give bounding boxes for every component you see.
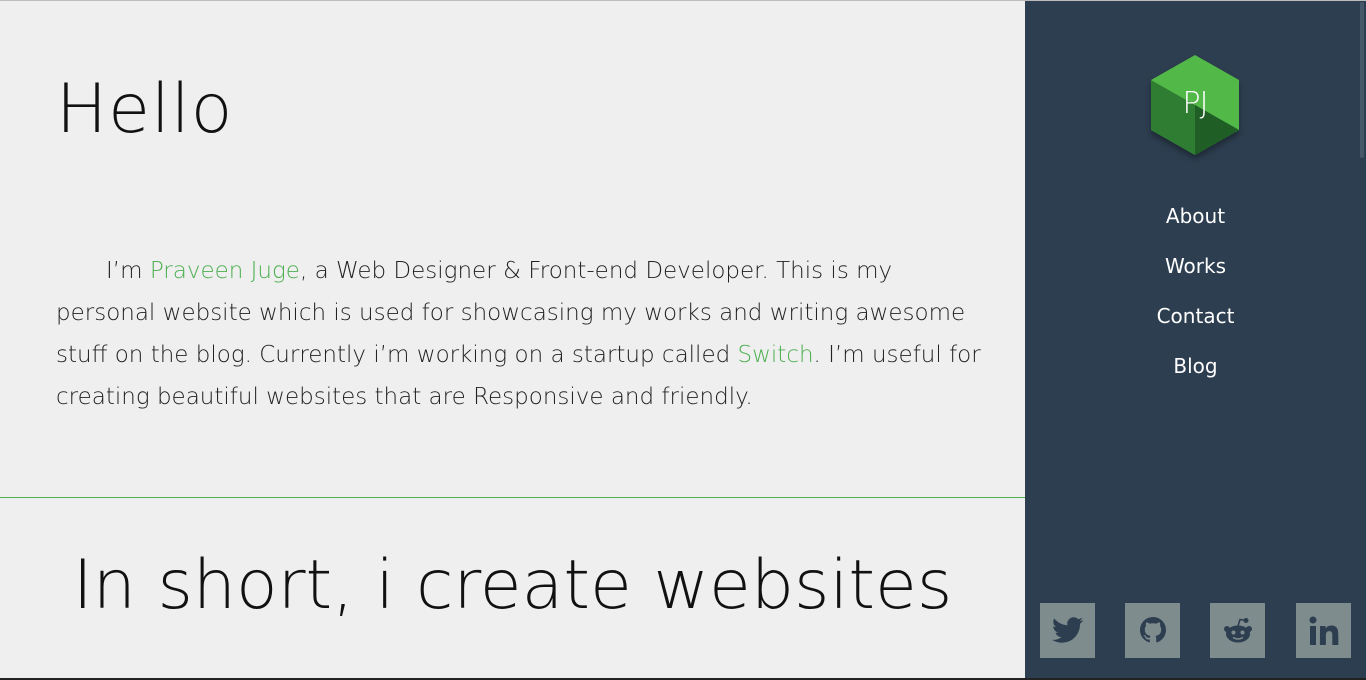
nav-item-blog[interactable]: Blog bbox=[1025, 347, 1366, 397]
sidebar: PJ About Works Contact Blog bbox=[1025, 1, 1366, 678]
github-button[interactable] bbox=[1125, 603, 1180, 658]
reddit-icon bbox=[1223, 617, 1252, 642]
intro-paragraph: I’m Praveen Juge, a Web Designer & Front… bbox=[56, 250, 991, 418]
section-divider bbox=[0, 497, 1025, 498]
intro-text-start: I’m bbox=[106, 258, 150, 284]
main-nav: About Works Contact Blog bbox=[1025, 197, 1366, 397]
name-link[interactable]: Praveen Juge bbox=[150, 258, 300, 284]
logo-text: PJ bbox=[1182, 86, 1209, 121]
social-links bbox=[1040, 603, 1366, 659]
hero-title: Hello bbox=[56, 70, 234, 149]
github-icon bbox=[1139, 616, 1166, 642]
linkedin-button[interactable] bbox=[1296, 603, 1351, 658]
site-logo[interactable]: PJ bbox=[1147, 52, 1243, 160]
nav-item-works[interactable]: Works bbox=[1025, 247, 1366, 297]
section-tagline: In short, i create websites bbox=[72, 546, 953, 625]
nav-item-contact[interactable]: Contact bbox=[1025, 297, 1366, 347]
startup-link[interactable]: Switch bbox=[738, 342, 814, 368]
twitter-button[interactable] bbox=[1040, 603, 1095, 658]
main-content: Hello I’m Praveen Juge, a Web Designer &… bbox=[0, 1, 1025, 678]
nav-item-about[interactable]: About bbox=[1025, 197, 1366, 247]
linkedin-icon bbox=[1309, 616, 1338, 645]
reddit-button[interactable] bbox=[1210, 603, 1265, 658]
scrollbar-thumb[interactable] bbox=[1360, 2, 1364, 158]
twitter-icon bbox=[1051, 616, 1083, 643]
